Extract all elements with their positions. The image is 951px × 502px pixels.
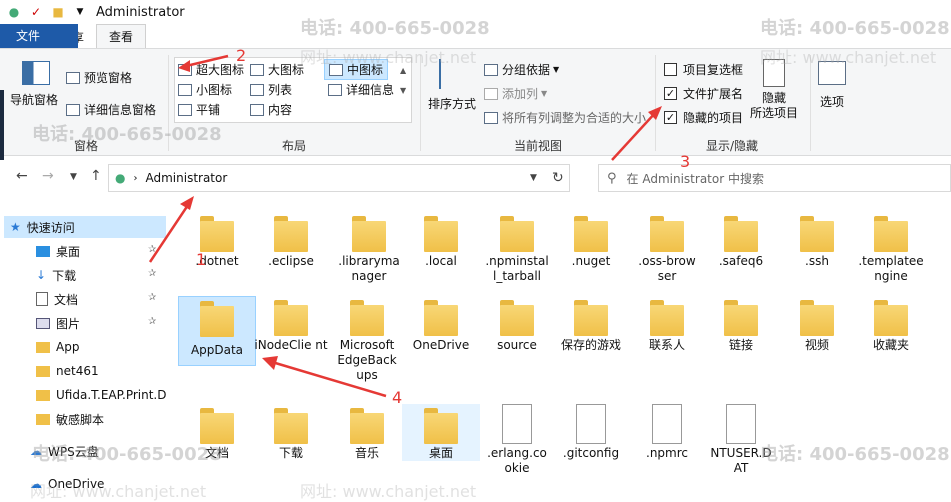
- arrowhead-4: [262, 356, 278, 370]
- annotation-label-4: 4: [392, 388, 403, 407]
- arrow-2: [185, 54, 229, 68]
- annotation-label-1: 1: [196, 250, 207, 269]
- arrowhead-2: [178, 60, 190, 72]
- annotation-arrows: [148, 54, 662, 398]
- arrowhead-1: [180, 196, 194, 210]
- arrow-3: [611, 111, 657, 161]
- annotation-label-3: 3: [680, 152, 691, 171]
- arrow-4: [271, 360, 387, 398]
- arrow-1: [148, 201, 192, 263]
- annotation-label-2: 2: [236, 46, 247, 65]
